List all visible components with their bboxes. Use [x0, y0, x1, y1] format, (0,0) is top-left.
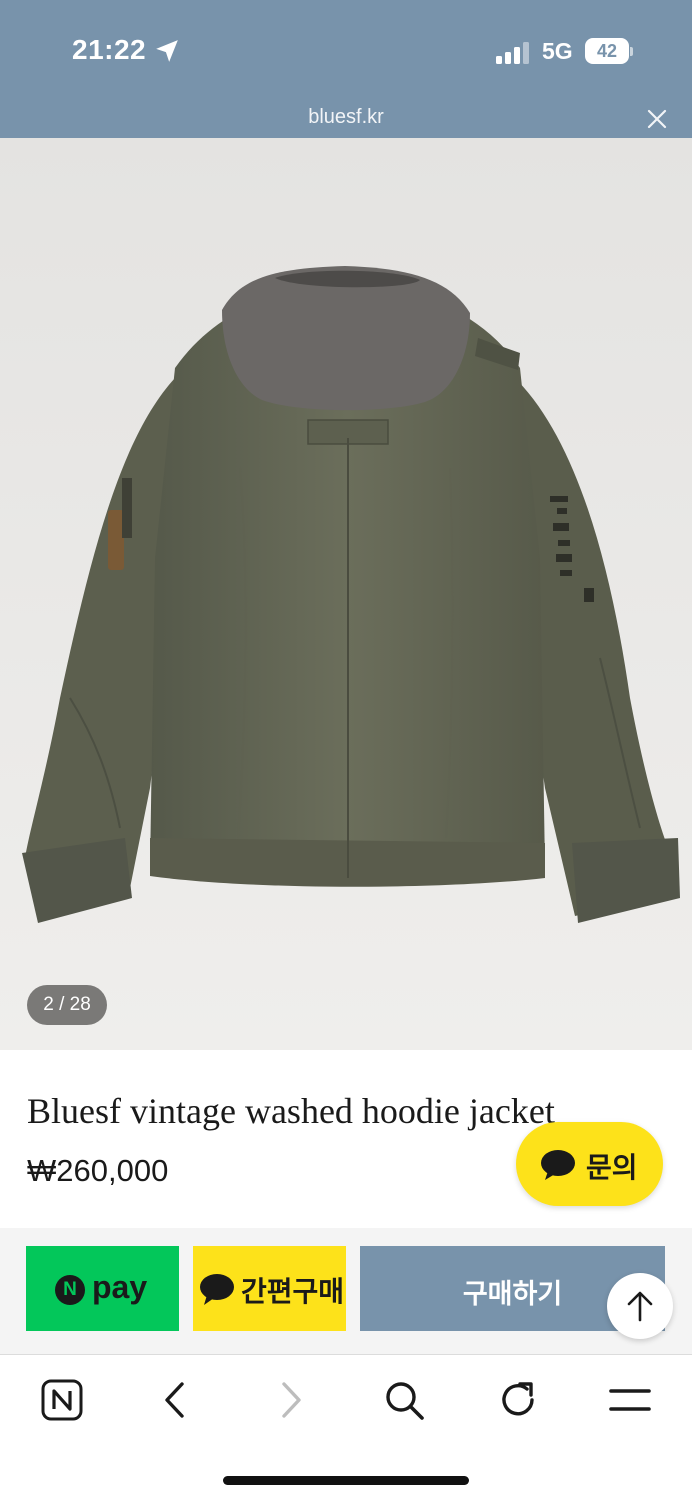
naver-home-icon[interactable]	[40, 1378, 84, 1422]
top-bar: 21:22 5G 42 bluesf.kr	[0, 0, 692, 138]
arrow-up-icon	[627, 1291, 653, 1322]
menu-icon[interactable]	[608, 1378, 652, 1422]
home-indicator[interactable]	[223, 1476, 469, 1485]
npay-label: pay	[92, 1269, 148, 1305]
naver-badge-icon: N	[55, 1275, 85, 1305]
product-price: ₩260,000	[27, 1153, 169, 1188]
chat-bubble-icon	[541, 1150, 575, 1180]
search-icon[interactable]	[382, 1378, 426, 1422]
battery-tip	[630, 47, 633, 56]
battery-icon: 42	[585, 38, 633, 64]
location-arrow-icon	[156, 40, 178, 62]
scroll-to-top-button[interactable]	[607, 1273, 673, 1339]
jacket-photo	[0, 138, 692, 1050]
forward-icon[interactable]	[268, 1378, 312, 1422]
npay-button[interactable]: N pay	[26, 1246, 179, 1331]
status-time: 21:22	[72, 34, 147, 65]
inquiry-button[interactable]: 문의	[516, 1122, 663, 1206]
image-counter-badge: 2 / 28	[27, 985, 107, 1025]
product-title: Bluesf vintage washed hoodie jacket	[27, 1091, 555, 1131]
reload-icon[interactable]	[496, 1378, 540, 1422]
kakao-talk-icon	[200, 1274, 234, 1305]
product-image[interactable]	[0, 138, 692, 1050]
kakao-quick-buy-button[interactable]: 간편구매	[193, 1246, 346, 1331]
back-icon[interactable]	[154, 1378, 198, 1422]
battery-level: 42	[585, 38, 629, 64]
inquiry-label: 문의	[586, 1152, 638, 1183]
url-label[interactable]: bluesf.kr	[0, 106, 692, 129]
cellular-signal-icon	[496, 42, 529, 64]
network-type: 5G	[542, 38, 573, 64]
kakao-quick-buy-label: 간편구매	[241, 1276, 345, 1307]
close-icon[interactable]	[646, 108, 668, 130]
